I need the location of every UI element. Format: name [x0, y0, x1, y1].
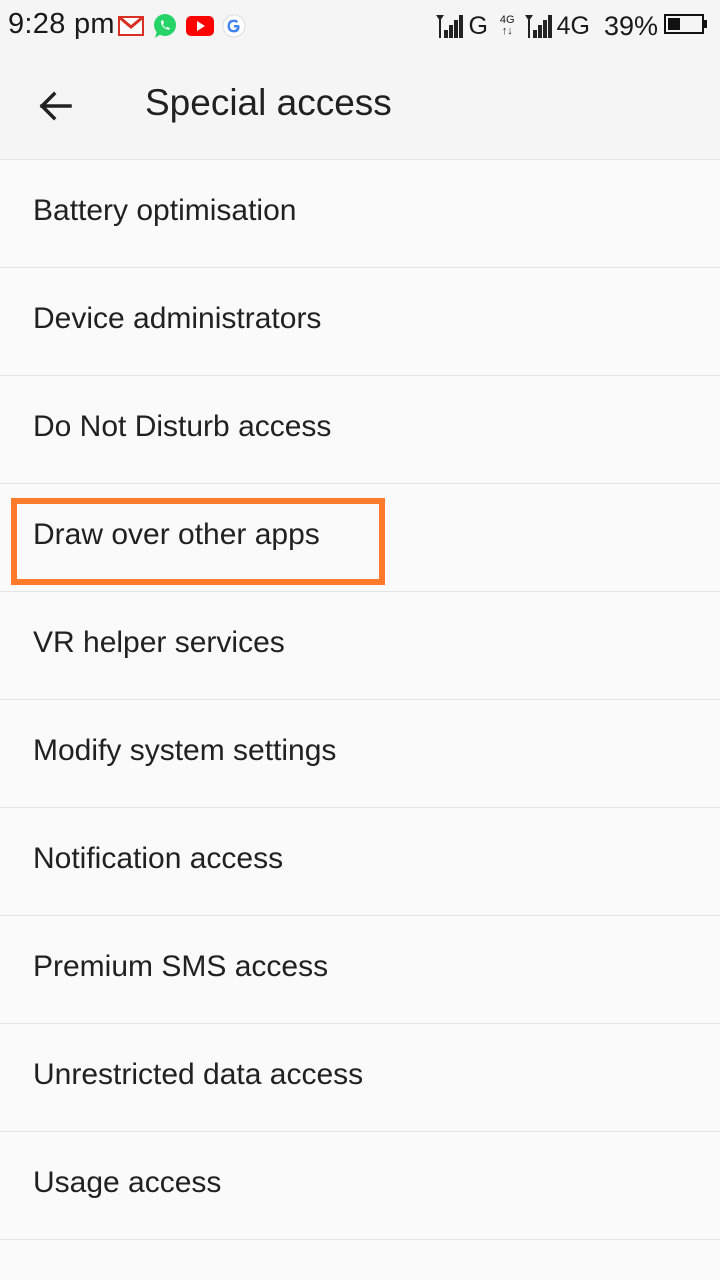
- list-item-label: Notification access: [33, 842, 284, 875]
- list-item-modify-system-settings[interactable]: Modify system settings: [0, 700, 720, 808]
- list-item-label: Battery optimisation: [33, 194, 297, 227]
- network-mini-bottom: ↑↓: [501, 25, 513, 37]
- special-access-list: Battery optimisation Device administrato…: [0, 159, 720, 1240]
- signal-icon: [434, 12, 464, 40]
- list-item-label: VR helper services: [33, 626, 285, 659]
- status-right: G 4G ↑↓ 4G 39%: [430, 10, 708, 42]
- network-type-2: 4G: [556, 11, 590, 40]
- page-title: Special access: [145, 82, 392, 123]
- data-activity-icon: 4G ↑↓: [500, 15, 515, 37]
- list-item-label: Usage access: [33, 1166, 222, 1199]
- battery-percent: 39%: [603, 10, 658, 41]
- list-item-unrestricted-data-access[interactable]: Unrestricted data access: [0, 1024, 720, 1132]
- back-arrow-icon: [39, 91, 72, 121]
- status-bar: 9:28 pm G 4G ↑↓ 4G 39%: [0, 0, 720, 52]
- list-item-label: Device administrators: [33, 302, 322, 335]
- back-button[interactable]: [24, 74, 88, 138]
- google-icon: [222, 14, 246, 38]
- notification-icons: [118, 12, 254, 40]
- network-type-1: G: [468, 11, 488, 40]
- list-item-usage-access[interactable]: Usage access: [0, 1132, 720, 1240]
- list-item-premium-sms-access[interactable]: Premium SMS access: [0, 916, 720, 1024]
- app-bar: Special access: [0, 52, 720, 159]
- list-item-vr-helper-services[interactable]: VR helper services: [0, 592, 720, 700]
- list-item-battery-optimisation[interactable]: Battery optimisation: [0, 160, 720, 268]
- list-item-label: Unrestricted data access: [33, 1058, 364, 1091]
- list-item-label: Do Not Disturb access: [33, 410, 332, 443]
- list-item-label: Premium SMS access: [33, 950, 329, 983]
- list-item-do-not-disturb-access[interactable]: Do Not Disturb access: [0, 376, 720, 484]
- battery-icon: [664, 11, 708, 42]
- list-item-label: Draw over other apps: [33, 518, 320, 551]
- status-time: 9:28 pm: [8, 8, 115, 40]
- list-item-draw-over-other-apps[interactable]: Draw over other apps: [0, 484, 720, 592]
- list-item-notification-access[interactable]: Notification access: [0, 808, 720, 916]
- signal-icon-2: [523, 12, 553, 40]
- gmail-icon: [118, 16, 144, 36]
- whatsapp-icon: [152, 13, 178, 39]
- youtube-icon: [186, 16, 214, 36]
- list-item-label: Modify system settings: [33, 734, 337, 767]
- list-item-device-administrators[interactable]: Device administrators: [0, 268, 720, 376]
